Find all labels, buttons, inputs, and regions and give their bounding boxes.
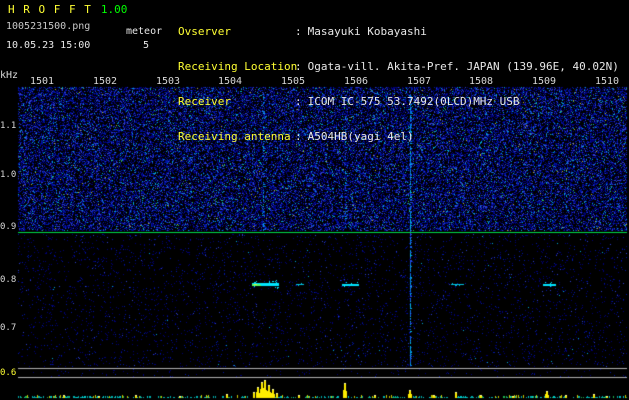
app-name: H R O F F T bbox=[8, 3, 92, 16]
info-separator: : bbox=[295, 130, 302, 143]
x-tick-1506: 1506 bbox=[343, 76, 369, 87]
x-tick-1507: 1507 bbox=[406, 76, 432, 87]
info-label: Receiving antenna bbox=[178, 130, 291, 143]
meteor-count-label: meteor bbox=[126, 26, 163, 37]
info-label: Receiving Location bbox=[178, 60, 298, 73]
y-tick-1-0: 1.0 bbox=[0, 170, 17, 180]
info-value: Masayuki Kobayashi bbox=[307, 25, 427, 38]
info-label: Ovserver bbox=[178, 25, 231, 38]
x-tick-1502: 1502 bbox=[92, 76, 118, 87]
y-axis-unit: kHz bbox=[0, 70, 19, 81]
info-row-observer: Ovserver: Masayuki Kobayashi bbox=[178, 26, 619, 39]
info-value: ICOM IC-575 53.7492(0LCD)MHz USB bbox=[307, 95, 520, 108]
info-row-location: Receiving Location: Ogata-vill. Akita-Pre… bbox=[178, 61, 619, 74]
x-tick-1501: 1501 bbox=[29, 76, 55, 87]
y-tick-0-7: 0.7 bbox=[0, 323, 17, 333]
info-row-antenna: Receiving antenna: A504HB(yagi 4el) bbox=[178, 131, 619, 144]
y-tick-0-8: 0.8 bbox=[0, 275, 17, 285]
app-version: 1.00 bbox=[100, 3, 128, 16]
x-tick-1508: 1508 bbox=[468, 76, 494, 87]
info-value: A504HB(yagi 4el) bbox=[307, 130, 414, 143]
app-title: H R O F F T 1.00 bbox=[8, 4, 127, 15]
x-tick-1510: 1510 bbox=[594, 76, 620, 87]
info-separator: : bbox=[295, 60, 302, 73]
info-label: Receiver bbox=[178, 95, 231, 108]
x-tick-1504: 1504 bbox=[217, 76, 243, 87]
info-separator: : bbox=[295, 95, 302, 108]
info-separator: : bbox=[295, 25, 302, 38]
hrofft-screen: H R O F F T 1.00 1005231500.png meteor 5 … bbox=[0, 0, 629, 400]
y-tick-0-9: 0.9 bbox=[0, 222, 17, 232]
y-tick-0-6: 0.6 bbox=[0, 368, 17, 378]
output-filename: 1005231500.png bbox=[6, 21, 91, 32]
info-row-receiver: Receiver: ICOM IC-575 53.7492(0LCD)MHz US… bbox=[178, 96, 619, 109]
meteor-count-value: 5 bbox=[143, 40, 150, 51]
observation-timestamp: 10.05.23 15:00 bbox=[6, 40, 91, 51]
x-tick-1503: 1503 bbox=[155, 76, 181, 87]
info-value: Ogata-vill. Akita-Pref. JAPAN (139.96E, … bbox=[307, 60, 619, 73]
y-tick-1-1: 1.1 bbox=[0, 121, 17, 131]
x-tick-1505: 1505 bbox=[280, 76, 306, 87]
x-tick-1509: 1509 bbox=[531, 76, 557, 87]
